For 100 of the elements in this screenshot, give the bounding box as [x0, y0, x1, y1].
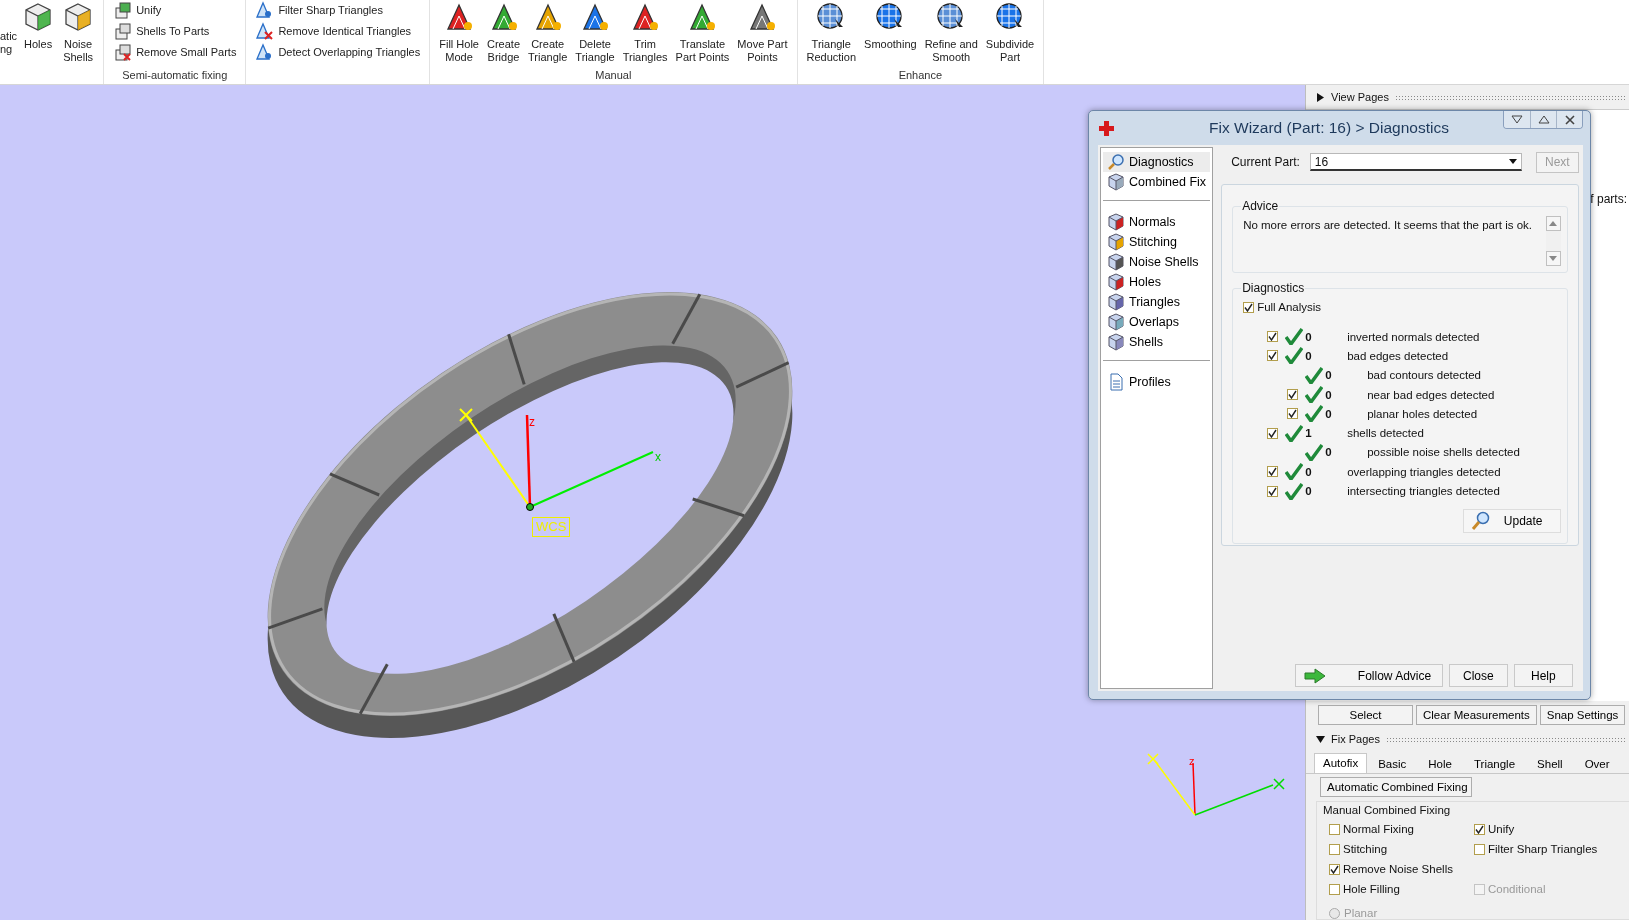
ribbon-button[interactable]: Delete Triangle	[572, 0, 618, 68]
expand-button[interactable]	[1530, 111, 1556, 128]
ribbon-button[interactable]: Holes	[19, 0, 58, 68]
checkbox[interactable]	[1267, 331, 1279, 343]
checkbox-label: Stitching	[1343, 843, 1388, 855]
ribbon-button[interactable]: Create Triangle	[525, 0, 571, 68]
axis-label: x	[655, 450, 661, 464]
checkbox[interactable]	[1329, 883, 1340, 895]
ribbon-button[interactable]: Refine and Smooth	[921, 0, 981, 68]
part-dropdown[interactable]: 16	[1309, 153, 1522, 171]
navigation-item[interactable]: Normals	[1103, 212, 1211, 232]
caret-down-icon	[1511, 114, 1523, 125]
checkbox[interactable]	[1243, 301, 1255, 313]
ribbon-button[interactable]: Noise Shells	[59, 0, 98, 68]
toolbar-button[interactable]: Snap Settings	[1539, 705, 1626, 725]
diagnostic-label: inverted normals detected	[1347, 330, 1480, 343]
error-count: 0	[1305, 349, 1313, 362]
navigation-item[interactable]: Noise Shells	[1103, 252, 1211, 272]
update-button[interactable]: Update	[1462, 508, 1561, 533]
check-mark-icon	[1285, 482, 1304, 500]
triangle-icon	[255, 1, 274, 19]
magnifier-icon	[1469, 510, 1490, 531]
check-mark-icon	[1285, 328, 1304, 346]
dialog-button[interactable]: Help	[1513, 664, 1573, 687]
collapse-button[interactable]	[1504, 111, 1530, 128]
navigation-item[interactable]: Overlaps	[1103, 312, 1211, 332]
caret-up-icon	[1537, 114, 1550, 125]
error-count: 0	[1325, 446, 1333, 459]
dialog-button[interactable]: Close	[1448, 664, 1508, 687]
ribbon-button[interactable]: Translate Part Points	[672, 0, 733, 68]
ribbon-button[interactable]: Create Bridge	[484, 0, 523, 68]
checkbox[interactable]	[1329, 823, 1340, 835]
ribbon-button[interactable]: Smoothing	[861, 0, 920, 68]
ribbon-button[interactable]: Unify	[110, 1, 240, 19]
checkbox[interactable]	[1329, 843, 1340, 855]
tab[interactable]: Triangle	[1462, 755, 1527, 773]
ribbon-button[interactable]: Subdivide Part	[982, 0, 1038, 68]
checkbox[interactable]	[1474, 843, 1485, 855]
collapsed-triangle-icon[interactable]	[1316, 92, 1325, 102]
ribbon-button[interactable]: Remove Identical Triangles	[252, 22, 424, 40]
diagnostic-label: shells detected	[1347, 427, 1424, 440]
error-count: 1	[1305, 427, 1313, 440]
navigation-item[interactable]: Profiles	[1103, 372, 1211, 392]
group-label: Manual	[594, 68, 633, 83]
group-title: Advice	[1241, 199, 1280, 213]
expanded-triangle-icon[interactable]	[1316, 734, 1325, 744]
diagnostic-label: bad edges detected	[1347, 349, 1449, 362]
navigation-item[interactable]: Diagnostics	[1103, 152, 1211, 172]
diagnostic-label: bad contours detected	[1367, 369, 1481, 382]
ribbon-button[interactable]: Move Part Points	[734, 0, 791, 68]
group-title: Diagnostics	[1241, 281, 1306, 295]
navigation-item[interactable]: Holes	[1103, 272, 1211, 292]
arrow-icon	[1303, 667, 1326, 684]
ribbon-button[interactable]: Fill Hole Mode	[436, 0, 482, 68]
triangle-icon	[255, 43, 274, 61]
scroll-up-button[interactable]	[1545, 216, 1561, 231]
navigation-item[interactable]: Shells	[1103, 332, 1211, 352]
navigation-item[interactable]: Combined Fix	[1103, 172, 1211, 192]
ribbon-button[interactable]: Remove Small Parts	[110, 43, 240, 61]
error-count: 0	[1325, 388, 1333, 401]
checkbox[interactable]	[1474, 823, 1485, 835]
checkbox[interactable]	[1267, 466, 1279, 478]
group-label: Enhance	[897, 68, 944, 83]
checkbox[interactable]	[1287, 408, 1299, 420]
panel-label: f parts:	[1590, 192, 1628, 206]
ribbon-button[interactable]: Triangle Reduction	[803, 0, 860, 68]
diagnostic-label: intersecting triangles detected	[1347, 485, 1500, 497]
check-mark-icon	[1285, 347, 1304, 365]
tab[interactable]: Hole	[1417, 755, 1463, 773]
tab[interactable]: Autofix	[1314, 753, 1368, 773]
dropdown-caret-icon	[1508, 159, 1517, 164]
navigation-item[interactable]: Triangles	[1103, 292, 1211, 312]
tab[interactable]: Basic	[1367, 755, 1418, 773]
checkbox-label: Conditional	[1488, 883, 1546, 895]
ribbon-button[interactable]: Detect Overlapping Triangles	[252, 43, 424, 61]
ribbon-button[interactable]: atic ng	[0, 0, 18, 68]
toolbar-button[interactable]: Clear Measurements	[1416, 705, 1537, 725]
scroll-down-button[interactable]	[1545, 251, 1561, 266]
triangle-icon	[255, 22, 274, 40]
check-mark-icon	[1305, 443, 1324, 461]
tab[interactable]: Over	[1573, 755, 1621, 773]
automatic-fixing-button[interactable]: Automatic Combined Fixing	[1320, 777, 1472, 797]
ribbon-button[interactable]: Trim Triangles	[619, 0, 671, 68]
checkbox[interactable]	[1267, 350, 1279, 362]
ribbon-button[interactable]: Filter Sharp Triangles	[252, 1, 424, 19]
checkbox[interactable]	[1287, 389, 1299, 401]
ribbon-button[interactable]: Shells To Parts	[110, 22, 240, 40]
dialog-button[interactable]: Follow Advice	[1294, 664, 1443, 687]
close-button[interactable]	[1556, 111, 1582, 128]
window-title: Fix Wizard (Part: 16) > Diagnostics	[1208, 119, 1450, 137]
navigation-item[interactable]: Stitching	[1103, 232, 1211, 252]
checkbox-label: Hole Filling	[1343, 883, 1400, 895]
error-count: 0	[1305, 465, 1313, 478]
tab[interactable]: Shell	[1526, 755, 1574, 773]
checkbox[interactable]	[1267, 485, 1279, 497]
check-mark-icon	[1305, 386, 1324, 404]
toolbar-button[interactable]: Select	[1318, 705, 1413, 725]
checkbox-label: Full Analysis	[1257, 301, 1322, 313]
checkbox[interactable]	[1329, 863, 1340, 875]
checkbox[interactable]	[1267, 427, 1279, 439]
